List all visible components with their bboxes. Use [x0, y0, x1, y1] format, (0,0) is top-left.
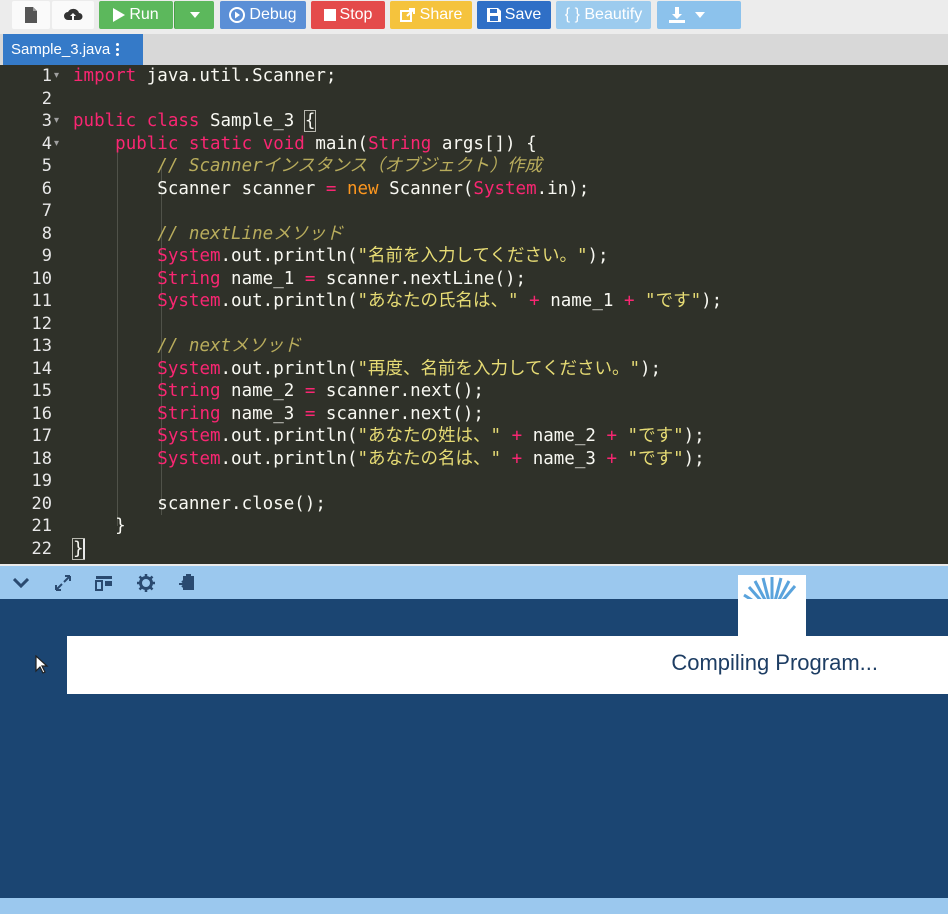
line-number: 6: [41, 178, 52, 199]
code-line: scanner.close();: [73, 493, 326, 514]
code-line: }: [72, 537, 85, 560]
beautify-label: { } Beautify: [564, 6, 643, 23]
fold-toggle-icon[interactable]: ▾: [54, 65, 64, 88]
layout-toggle-button[interactable]: [94, 573, 114, 593]
line-number: 17: [31, 426, 52, 446]
expand-panel-button[interactable]: [53, 573, 73, 593]
code-line: public static void main(String args[]) {: [115, 133, 537, 154]
fold-toggle-icon[interactable]: ▾: [54, 110, 64, 133]
share-label: Share: [419, 6, 463, 23]
stop-icon: [323, 9, 336, 21]
code-line: String name_2 = scanner.next();: [157, 381, 484, 401]
line-number: 3: [41, 111, 52, 131]
floppy-icon: [486, 8, 501, 22]
caret-down-icon: [695, 12, 705, 18]
line-number-gutter: 1 ▾ 2 3 ▾ 4 ▾ 5 6 7 8 9 10 11 12 13 14 15 16 17 18 19 20 21 22: [4, 65, 68, 564]
text-caret: [83, 539, 85, 559]
stop-button[interactable]: Stop: [311, 1, 385, 29]
line-number: 2: [41, 88, 52, 109]
kebab-menu-icon[interactable]: [116, 43, 120, 56]
run-label: Run: [129, 6, 159, 23]
line-number: 1: [41, 66, 52, 86]
download-icon: [669, 7, 685, 23]
vertical-scrollbar[interactable]: [930, 65, 948, 564]
line-number: 15: [31, 381, 52, 401]
share-button[interactable]: Share: [390, 1, 472, 29]
toolbar: Run Debug Stop Share Save { } Beautify: [0, 0, 948, 34]
line-number: 21: [31, 516, 52, 536]
code-line: // nextメソッド: [157, 336, 302, 356]
line-number: 8: [41, 223, 52, 244]
compiling-status-bar: Compiling Program...: [67, 636, 948, 694]
compiling-status-text: Compiling Program...: [671, 650, 878, 675]
line-number: 11: [31, 291, 52, 311]
debug-icon: [229, 7, 246, 23]
run-options-dropdown[interactable]: [174, 1, 214, 29]
beautify-button[interactable]: { } Beautify: [556, 1, 651, 29]
debug-label: Debug: [249, 6, 297, 23]
code-editor[interactable]: 1 ▾ 2 3 ▾ 4 ▾ 5 6 7 8 9 10 11 12 13 14 15 16 17 18 19 20 21 22 i…: [0, 65, 948, 564]
save-label: Save: [504, 6, 542, 23]
line-number: 18: [31, 448, 52, 469]
expand-icon: [55, 575, 71, 591]
play-icon: [113, 8, 126, 22]
code-line: System.out.println("あなたの名は、" + name_3 + …: [157, 448, 705, 469]
code-line: }: [73, 516, 126, 536]
paste-input-button[interactable]: [177, 573, 197, 593]
line-number: 14: [31, 358, 52, 379]
fold-toggle-icon[interactable]: ▾: [54, 133, 64, 156]
run-button[interactable]: Run: [99, 1, 173, 29]
code-line: Scanner scanner = new Scanner(System.in)…: [73, 178, 590, 199]
mouse-pointer-icon: [35, 655, 49, 674]
file-tab-label: Sample_3.java: [11, 41, 111, 58]
code-line: System.out.println("あなたの姓は、" + name_2 + …: [157, 426, 705, 446]
download-button[interactable]: [657, 1, 741, 29]
line-number: 16: [31, 403, 52, 424]
line-number: 13: [31, 336, 52, 356]
chevron-down-icon: [13, 578, 29, 588]
save-button[interactable]: Save: [477, 1, 551, 29]
layout-icon: [95, 576, 112, 591]
sunburst-logo-icon: [738, 577, 806, 615]
file-tab-sample-3[interactable]: Sample_3.java: [3, 34, 143, 65]
line-number: 22: [31, 538, 52, 559]
code-line: import java.util.Scanner;: [73, 66, 337, 86]
code-line: System.out.println("再度、名前を入力してください。");: [157, 358, 662, 379]
line-number: 5: [41, 156, 52, 176]
line-number: 12: [31, 313, 52, 334]
clipboard-icon: [179, 574, 194, 590]
new-file-button[interactable]: [12, 1, 50, 29]
caret-down-icon: [189, 12, 200, 18]
line-number: 19: [31, 471, 52, 491]
code-line: // Scannerインスタンス（オブジェクト）作成: [157, 156, 542, 176]
line-number: 9: [41, 246, 52, 266]
stop-label: Stop: [339, 6, 373, 23]
line-number: 20: [31, 493, 52, 514]
gear-icon: [137, 574, 155, 592]
file-icon: [25, 7, 37, 23]
brand-logo: [738, 575, 806, 636]
code-line: // nextLineメソッド: [157, 223, 344, 244]
line-number: 4: [41, 133, 52, 154]
line-number: 10: [31, 268, 52, 289]
cloud-upload-icon: [64, 8, 83, 20]
bottom-status-strip: [0, 898, 948, 914]
share-icon: [399, 8, 415, 22]
upload-button[interactable]: [52, 1, 94, 29]
code-line: String name_1 = scanner.nextLine();: [157, 268, 527, 289]
debug-button[interactable]: Debug: [220, 1, 306, 29]
line-number: 7: [41, 201, 52, 221]
settings-button[interactable]: [136, 573, 156, 593]
collapse-panel-button[interactable]: [11, 573, 31, 593]
code-line: System.out.println("名前を入力してください。");: [157, 246, 609, 266]
code-line: String name_3 = scanner.next();: [157, 403, 484, 424]
file-tab-bar: Sample_3.java: [0, 34, 948, 65]
code-line: public class Sample_3 {: [73, 110, 317, 132]
code-line: System.out.println("あなたの氏名は、" + name_1 +…: [157, 291, 723, 311]
